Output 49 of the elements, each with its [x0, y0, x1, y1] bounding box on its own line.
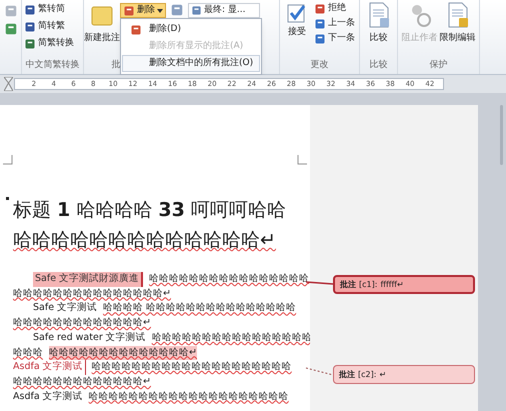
- ribbon-button[interactable]: 上一条: [314, 17, 355, 31]
- accept-button[interactable]: 接受: [286, 2, 308, 46]
- ribbon-button[interactable]: 下一条: [314, 32, 355, 46]
- compare-button[interactable]: 比较: [366, 0, 390, 46]
- locked-document-icon: [446, 2, 470, 28]
- comment-balloon[interactable]: 批注 [c2]: ↵: [333, 365, 475, 384]
- document-icon: [366, 2, 390, 28]
- leader-line: [306, 368, 334, 376]
- crop-mark-icon: [3, 155, 13, 165]
- crop-mark-icon: [297, 155, 307, 165]
- scrollbar: [500, 105, 503, 165]
- note-icon: [91, 6, 113, 26]
- new-comment-button[interactable]: 新建批注: [84, 0, 120, 46]
- comment-balloon[interactable]: 批注 [c1]: ffffff↵: [333, 275, 475, 294]
- body-text: 哈哈哈哈哈哈哈哈哈哈哈哈哈哈哈哈哈哈哈哈: [92, 360, 292, 374]
- markup-dropdown[interactable]: 最终: 显...: [188, 3, 260, 18]
- heading-text: 哈哈哈哈哈哈哈哈哈哈哈哈哈↵: [13, 228, 276, 253]
- body-text: 哈哈哈哈哈哈哈哈哈哈哈哈哈哈哈哈哈哈哈哈: [88, 390, 289, 404]
- body-text: 哈哈哈哈 哈哈哈哈哈哈哈哈哈哈哈哈哈哈哈: [103, 301, 296, 316]
- group-label: 批: [112, 58, 120, 72]
- group-label: 中文简繁转换: [24, 58, 80, 72]
- menu-item[interactable]: 删除(D): [122, 21, 260, 38]
- ribbon-button[interactable]: 简繁转换: [24, 36, 83, 51]
- body-text: Safe 文字测试: [33, 301, 98, 316]
- body-text: 哈哈哈哈哈哈哈哈哈哈哈哈哈↵: [13, 374, 151, 389]
- body-text: 哈哈哈哈哈哈哈哈哈哈哈哈哈哈哈哈: [149, 272, 310, 286]
- group-label: 保护: [428, 58, 448, 72]
- comment-anchor-text: Asdfa 文字测试: [13, 360, 86, 375]
- group-label: 比较: [370, 58, 388, 72]
- ribbon-button[interactable]: 拒绝: [314, 2, 355, 16]
- menu-item[interactable]: 删除文档中的所有批注(O): [122, 55, 260, 72]
- body-text: 哈哈哈哈哈哈哈哈哈哈哈哈哈↵: [13, 316, 151, 330]
- caret-icon: [157, 8, 163, 12]
- paragraph-mark-icon: [6, 197, 9, 200]
- ribbon-button[interactable]: 繁转简: [24, 2, 83, 17]
- comment-anchor-text: Safe 文字测試財源廣進: [33, 272, 144, 287]
- body-text: 哈哈哈哈哈哈哈哈哈哈哈哈哈哈哈哈: [152, 330, 312, 345]
- leader-line: [306, 281, 334, 285]
- delete-button[interactable]: 删除: [120, 3, 166, 18]
- body-text: Safe red water 文字测试: [33, 330, 146, 345]
- body-text: 哈哈哈哈哈哈哈哈哈哈哈哈哈哈↵: [49, 346, 197, 360]
- group-label: 更改: [310, 58, 330, 72]
- body-text: 哈哈哈: [13, 346, 43, 360]
- body-text: 哈哈哈哈哈哈哈哈哈哈哈哈哈哈哈↵: [13, 286, 171, 301]
- heading-text: 标题 1 哈哈哈哈 33 呵呵呵哈哈: [13, 198, 286, 223]
- ribbon-button[interactable]: 限制编辑: [440, 2, 476, 46]
- checkmark-icon: [286, 2, 308, 24]
- body-text: Asdfa 文字测试: [13, 390, 83, 404]
- ribbon-button[interactable]: 简转繁: [24, 19, 83, 34]
